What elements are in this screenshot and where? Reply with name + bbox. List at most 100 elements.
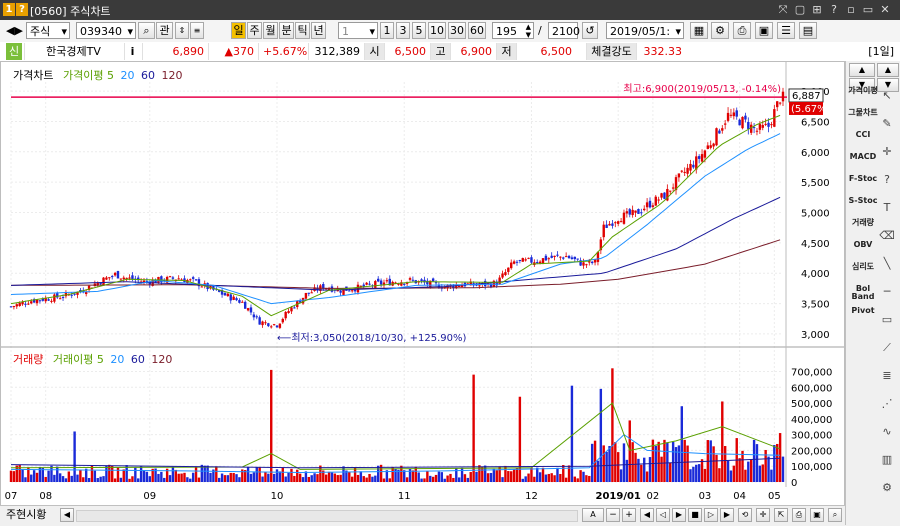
erase-icon[interactable]: ⌫ [878, 227, 896, 245]
settings-icon[interactable]: ⚙ [878, 479, 896, 497]
market-select[interactable]: 주식 ▾ [26, 22, 70, 39]
print-chart-icon[interactable]: ⎙ [792, 508, 806, 522]
last-icon[interactable]: ▶ [720, 508, 734, 522]
search-icon[interactable]: ⌕ [138, 22, 155, 39]
minimize-icon[interactable]: ▫ [843, 3, 859, 17]
grid-icon[interactable]: ▤ [799, 22, 817, 39]
volume-bar [131, 476, 134, 482]
indicator-4[interactable]: F-Stoc [848, 175, 878, 195]
settings-icon[interactable]: ⚙ [711, 22, 729, 39]
chart-svg[interactable]: 2,0006,5006,0005,5005,0004,5004,0003,500… [1, 62, 844, 505]
volume-bar [191, 472, 195, 482]
print-icon[interactable]: ⎙ [733, 22, 751, 39]
trend-icon[interactable]: ⟋ [878, 339, 896, 357]
arrow-icon[interactable]: ↖ [878, 87, 896, 105]
prev-stock-icon[interactable]: ⇕ [175, 22, 189, 39]
indicator-9[interactable]: Bol Band [848, 285, 878, 305]
market-tabs[interactable]: 주현시황 [6, 506, 46, 523]
scroll-left-icon[interactable]: ◀ [60, 508, 74, 522]
interval-60[interactable]: 60 [468, 22, 486, 39]
help-icon[interactable]: ? [16, 3, 28, 16]
period-minute[interactable]: 분 [279, 22, 294, 39]
save-chart-icon[interactable]: ▣ [810, 508, 824, 522]
zoom-chart-icon[interactable]: ⌕ [828, 508, 842, 522]
volume-bar [573, 476, 577, 482]
candle-body [264, 322, 267, 324]
auto-scale-icon[interactable]: A [582, 508, 604, 522]
volume-bar [553, 475, 556, 482]
reset-icon[interactable]: ↺ [582, 22, 598, 39]
candle-body [411, 279, 415, 281]
fibo-icon[interactable]: ≣ [878, 367, 896, 385]
period-day[interactable]: 일 [231, 22, 246, 39]
indicator-2[interactable]: CCI [848, 131, 878, 151]
tools-up-icon[interactable]: ▲ [877, 63, 899, 77]
indicator-8[interactable]: 심리도 [848, 263, 878, 283]
close-icon[interactable]: ✕ [877, 3, 893, 17]
indicator-7[interactable]: OBV [848, 241, 878, 261]
indicator-0[interactable]: 가격이평 [848, 87, 878, 107]
open-label: 시 [364, 43, 384, 60]
zoom-out-icon[interactable]: − [606, 508, 620, 522]
list-icon[interactable]: ☰ [777, 22, 795, 39]
info-icon[interactable]: i [124, 43, 140, 60]
stop-icon[interactable]: ■ [688, 508, 702, 522]
total-input[interactable]: 2100 [548, 22, 580, 39]
zoom-in-icon[interactable]: + [622, 508, 636, 522]
indicator-10[interactable]: Pivot [848, 307, 878, 327]
indicator-6[interactable]: 거래량 [848, 219, 878, 239]
collapse-icon[interactable]: ◀▶ [6, 22, 23, 39]
period-year[interactable]: 년 [311, 22, 326, 39]
gann-icon[interactable]: ⋰ [878, 395, 896, 413]
interval-select[interactable]: 1 ▾ [338, 22, 378, 39]
crosshair-icon[interactable]: ✛ [756, 508, 770, 522]
horizontal-scrollbar[interactable] [76, 510, 578, 522]
calc-icon[interactable]: ▦ [690, 22, 708, 39]
export-icon[interactable]: ⇱ [774, 508, 788, 522]
layout-icon[interactable]: ⊞ [809, 3, 825, 17]
cross-icon[interactable]: ✛ [878, 143, 896, 161]
volume-bar [590, 443, 594, 482]
next-icon[interactable]: ▷ [704, 508, 718, 522]
candle-body [24, 303, 27, 305]
play-icon[interactable]: ▶ [672, 508, 686, 522]
period-week[interactable]: 주 [247, 22, 262, 39]
volume-bar [663, 439, 666, 482]
indicator-1[interactable]: 그물차트 [848, 109, 878, 129]
stock-list-icon[interactable]: ≡ [190, 22, 204, 39]
interval-3[interactable]: 3 [396, 22, 410, 39]
rect-icon[interactable]: ▭ [878, 311, 896, 329]
candle-body [246, 308, 250, 311]
low-label: 저 [496, 43, 516, 60]
window-option-icon[interactable]: ▢ [792, 3, 808, 17]
prev-icon[interactable]: ◁ [656, 508, 670, 522]
line-icon[interactable]: ╲ [878, 255, 896, 273]
stock-code-input[interactable]: 039340 ▾ [76, 22, 136, 39]
paint-icon[interactable]: ✎ [878, 115, 896, 133]
search-button[interactable]: 관 [156, 22, 173, 39]
sidebar-up-icon[interactable]: ▲ [849, 63, 875, 77]
first-icon[interactable]: ◀ [640, 508, 654, 522]
help-window-icon[interactable]: ? [826, 3, 842, 17]
reset-view-icon[interactable]: ⟲ [738, 508, 752, 522]
candle-body [105, 277, 108, 280]
maximize-icon[interactable]: ▭ [860, 3, 876, 17]
indicator-3[interactable]: MACD [848, 153, 878, 173]
hline-icon[interactable]: ─ [878, 283, 896, 301]
chart-area[interactable]: 2,0006,5006,0005,5005,0004,5004,0003,500… [0, 61, 845, 506]
count-input[interactable]: 195 ▲ ▼ [492, 22, 534, 39]
period-tick[interactable]: 틱 [295, 22, 310, 39]
date-input[interactable]: 2019/05/1: ▾ [606, 22, 684, 39]
interval-30[interactable]: 30 [448, 22, 466, 39]
text-icon[interactable]: T [878, 199, 896, 217]
pin-icon[interactable]: ⤧ [775, 3, 791, 17]
interval-1[interactable]: 1 [380, 22, 394, 39]
interval-10[interactable]: 10 [428, 22, 446, 39]
cycle-icon[interactable]: ∿ [878, 423, 896, 441]
help-icon[interactable]: ? [878, 171, 896, 189]
save-icon[interactable]: ▣ [755, 22, 773, 39]
period-month[interactable]: 월 [263, 22, 278, 39]
volume-icon[interactable]: ▥ [878, 451, 896, 469]
interval-5[interactable]: 5 [412, 22, 426, 39]
indicator-5[interactable]: S-Stoc [848, 197, 878, 217]
